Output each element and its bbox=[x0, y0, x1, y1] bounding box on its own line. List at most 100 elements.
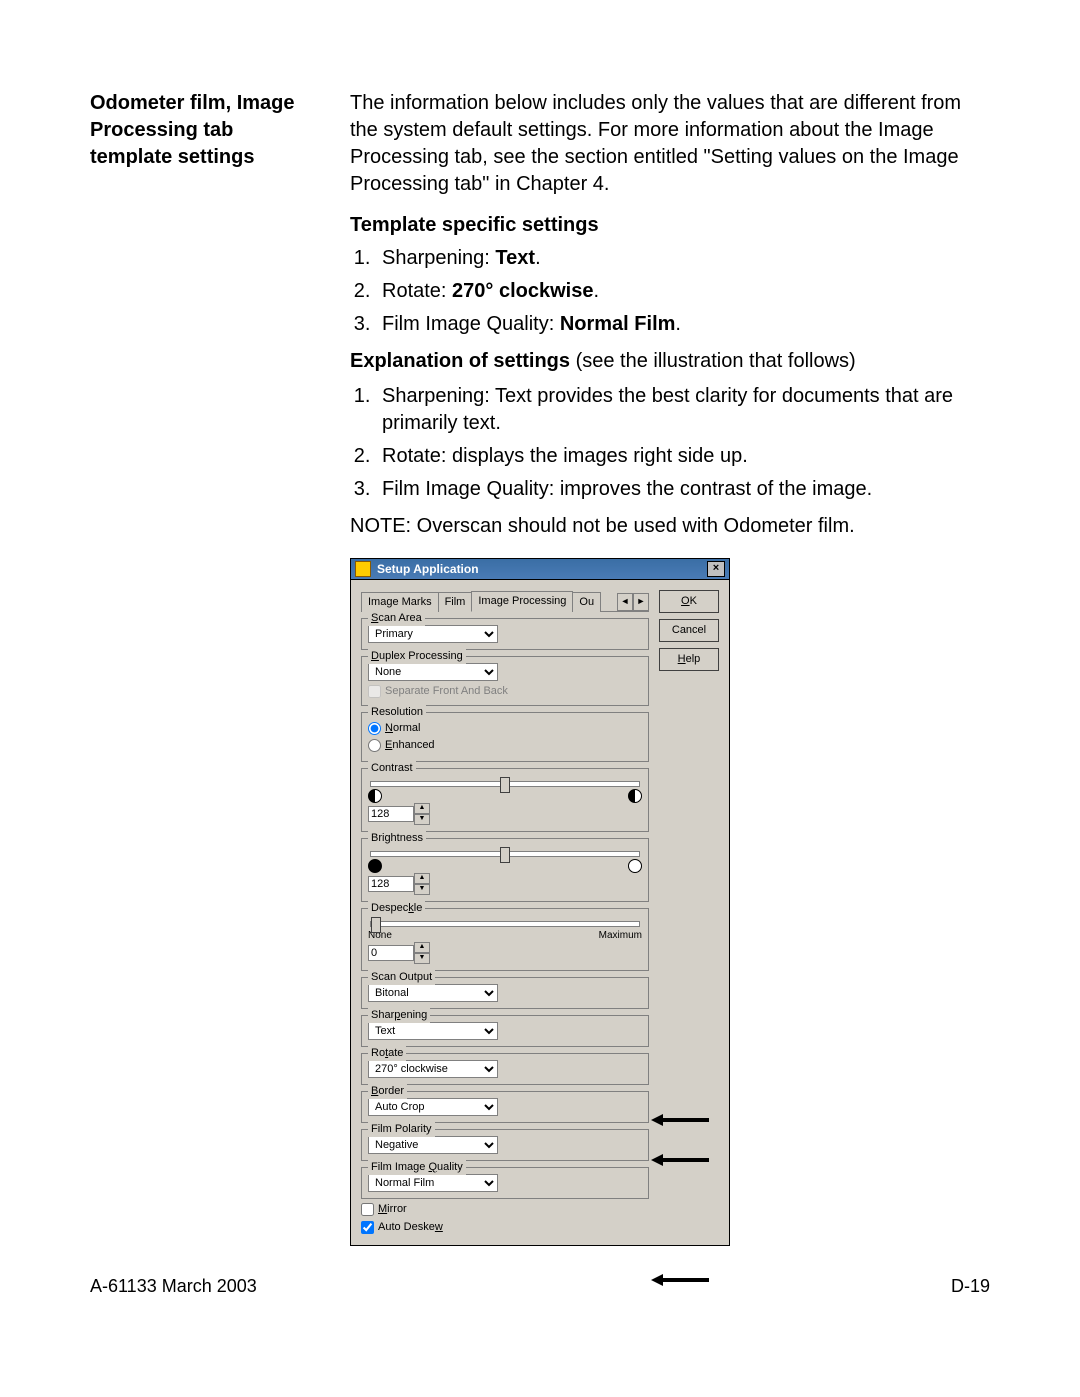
auto-deskew-checkbox[interactable]: Auto Deskew bbox=[361, 1220, 649, 1235]
checkbox-label: Separate Front And Back bbox=[385, 684, 508, 699]
despeckle-group: Despeckle NoneMaximum ▲▼ bbox=[361, 908, 649, 972]
contrast-spinner[interactable] bbox=[368, 806, 414, 822]
text: can Area bbox=[378, 612, 421, 624]
contrast-slider[interactable] bbox=[370, 781, 640, 787]
tab-image-processing[interactable]: Image Processing bbox=[471, 591, 573, 612]
border-select[interactable]: Auto Crop bbox=[368, 1098, 498, 1116]
scan-area-group: Scan Area Primary bbox=[361, 618, 649, 650]
title-bar[interactable]: Setup Application × bbox=[350, 558, 730, 579]
text: Contrast bbox=[368, 761, 416, 776]
text: uplex Processing bbox=[379, 650, 463, 662]
text: Film Image Quality: bbox=[382, 313, 560, 335]
text: (see the illustration that follows) bbox=[570, 350, 856, 372]
rotate-group: Rotate 270° clockwise bbox=[361, 1053, 649, 1085]
text: Sharpening: bbox=[382, 247, 495, 269]
explanation-list: Sharpening: Text provides the best clari… bbox=[350, 383, 990, 503]
brightness-light-icon bbox=[628, 859, 642, 873]
setup-application-dialog: Setup Application × bbox=[350, 558, 730, 1246]
brightness-dark-icon bbox=[368, 859, 382, 873]
duplex-group: Duplex Processing None Separate Front An… bbox=[361, 656, 649, 706]
explanation-heading: Explanation of settings (see the illustr… bbox=[350, 348, 990, 375]
text: Ro bbox=[371, 1047, 385, 1059]
resolution-normal-radio[interactable]: Normal bbox=[368, 721, 642, 736]
window-title: Setup Application bbox=[377, 561, 479, 577]
scan-area-select[interactable]: Primary bbox=[368, 625, 498, 643]
list-item: Sharpening: Text. bbox=[376, 245, 990, 272]
text: Film Image bbox=[371, 1161, 428, 1173]
brightness-group: Brightness ▲▼ bbox=[361, 838, 649, 902]
film-polarity-select[interactable]: Negative bbox=[368, 1136, 498, 1154]
text: D bbox=[371, 650, 379, 662]
text: Shar bbox=[371, 1009, 394, 1021]
film-image-quality-group: Film Image Quality Normal Film bbox=[361, 1167, 649, 1199]
spin-up[interactable]: ▲ bbox=[414, 873, 430, 884]
text: le bbox=[414, 902, 423, 914]
film-image-quality-select[interactable]: Normal Film bbox=[368, 1174, 498, 1192]
text: ening bbox=[400, 1009, 427, 1021]
film-quality-value: Normal Film bbox=[560, 313, 676, 335]
tab-image-marks[interactable]: Image Marks bbox=[361, 592, 439, 612]
spin-down[interactable]: ▼ bbox=[414, 814, 430, 825]
duplex-select[interactable]: None bbox=[368, 663, 498, 681]
brightness-slider[interactable] bbox=[370, 851, 640, 857]
tab-scroll-right[interactable]: ► bbox=[633, 593, 649, 611]
scan-output-select[interactable]: Bitonal bbox=[368, 984, 498, 1002]
scan-output-group: Scan Output Bitonal bbox=[361, 977, 649, 1009]
text: . bbox=[535, 247, 541, 269]
footer-left: A-61133 March 2003 bbox=[90, 1276, 257, 1297]
template-settings-heading: Template specific settings bbox=[350, 212, 990, 239]
contrast-group: Contrast ▲▼ bbox=[361, 768, 649, 832]
footer-right: D-19 bbox=[951, 1276, 990, 1297]
mirror-checkbox[interactable]: Mirror bbox=[361, 1202, 649, 1217]
rotate-select[interactable]: 270° clockwise bbox=[368, 1060, 498, 1078]
tab-overflow[interactable]: Ou bbox=[572, 592, 601, 612]
help-button[interactable]: Help bbox=[659, 648, 719, 671]
list-item: Film Image Quality: improves the contras… bbox=[376, 476, 990, 503]
list-item: Film Image Quality: Normal Film. bbox=[376, 311, 990, 338]
text: Rotate: bbox=[382, 280, 452, 302]
spin-down[interactable]: ▼ bbox=[414, 953, 430, 964]
despeckle-spinner[interactable] bbox=[368, 945, 414, 961]
sharpening-select[interactable]: Text bbox=[368, 1022, 498, 1040]
list-item: Rotate: 270° clockwise. bbox=[376, 278, 990, 305]
border-group: Border Auto Crop bbox=[361, 1091, 649, 1123]
template-settings-list: Sharpening: Text. Rotate: 270° clockwise… bbox=[350, 245, 990, 338]
sharpening-value: Text bbox=[495, 247, 535, 269]
rotate-value: 270° clockwise bbox=[452, 280, 593, 302]
despeckle-max-label: Maximum bbox=[599, 929, 642, 943]
text: . bbox=[675, 313, 681, 335]
resolution-group: Resolution Normal Enhanced bbox=[361, 712, 649, 762]
sharpening-group: Sharpening Text bbox=[361, 1015, 649, 1047]
text: Q bbox=[428, 1161, 437, 1173]
spin-down[interactable]: ▼ bbox=[414, 884, 430, 895]
separate-front-back-checkbox: Separate Front And Back bbox=[368, 684, 642, 699]
tab-scroll-left[interactable]: ◄ bbox=[617, 593, 633, 611]
tab-film[interactable]: Film bbox=[438, 592, 473, 612]
text: ate bbox=[388, 1047, 403, 1059]
note: NOTE: Overscan should not be used with O… bbox=[350, 513, 990, 540]
text: Film Polarity bbox=[368, 1122, 435, 1137]
contrast-low-icon bbox=[368, 789, 382, 803]
section-title: Odometer film, Image Processing tab temp… bbox=[90, 90, 320, 171]
film-polarity-group: Film Polarity Negative bbox=[361, 1129, 649, 1161]
text: Despec bbox=[371, 902, 408, 914]
text: Resolution bbox=[368, 705, 426, 720]
list-item: Rotate: displays the images right side u… bbox=[376, 443, 990, 470]
text: uality bbox=[437, 1161, 463, 1173]
spin-up[interactable]: ▲ bbox=[414, 803, 430, 814]
ok-button[interactable]: OK bbox=[659, 590, 719, 613]
text: Brightness bbox=[368, 831, 426, 846]
contrast-high-icon bbox=[628, 789, 642, 803]
close-button[interactable]: × bbox=[707, 561, 725, 577]
despeckle-slider[interactable] bbox=[370, 921, 640, 927]
list-item: Sharpening: Text provides the best clari… bbox=[376, 383, 990, 437]
text: order bbox=[378, 1085, 404, 1097]
resolution-enhanced-radio[interactable]: Enhanced bbox=[368, 738, 642, 753]
text: Explanation of settings bbox=[350, 350, 570, 372]
intro-paragraph: The information below includes only the … bbox=[350, 90, 990, 198]
spin-up[interactable]: ▲ bbox=[414, 942, 430, 953]
brightness-spinner[interactable] bbox=[368, 876, 414, 892]
cancel-button[interactable]: Cancel bbox=[659, 619, 719, 642]
app-icon bbox=[355, 561, 371, 577]
tab-bar: Image Marks Film Image Processing Ou ◄ ► bbox=[361, 590, 649, 612]
